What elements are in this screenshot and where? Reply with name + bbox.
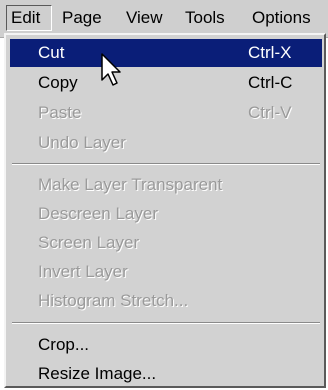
menu-item-undo-layer: Undo Layer — [10, 129, 322, 157]
edit-dropdown-menu: Cut Ctrl-X Copy Ctrl-C Paste Ctrl-V Undo… — [4, 33, 326, 388]
menu-item-make-layer-transparent: Make Layer Transparent — [10, 171, 322, 199]
menu-item-label: Make Layer Transparent — [38, 175, 223, 194]
menu-item-label: Invert Layer — [38, 262, 128, 281]
menu-item-shortcut: Ctrl-V — [248, 103, 292, 122]
menu-item-paste: Paste Ctrl-V — [10, 99, 322, 127]
menu-item-resize-image[interactable]: Resize Image... — [10, 360, 322, 388]
menu-separator — [12, 322, 320, 324]
menu-item-shortcut: Ctrl-C — [248, 73, 293, 92]
menu-item-label: Cut — [38, 43, 65, 62]
menu-item-label: Histogram Stretch... — [38, 291, 189, 310]
menu-item-copy[interactable]: Copy Ctrl-C — [10, 69, 322, 97]
menu-edit[interactable]: Edit — [6, 5, 52, 31]
menu-item-crop[interactable]: Crop... — [10, 331, 322, 359]
menu-item-shortcut: Ctrl-X — [248, 43, 292, 62]
menu-item-invert-layer: Invert Layer — [10, 258, 322, 286]
menu-page[interactable]: Page — [62, 5, 102, 31]
menu-item-label: Paste — [38, 103, 82, 122]
menu-item-label: Crop... — [38, 335, 90, 354]
menu-item-screen-layer: Screen Layer — [10, 229, 322, 257]
menu-separator — [12, 163, 320, 165]
menu-item-cut[interactable]: Cut Ctrl-X — [10, 39, 322, 67]
menu-item-label: Screen Layer — [38, 233, 140, 252]
menu-tools[interactable]: Tools — [185, 5, 225, 31]
menu-item-label: Descreen Layer — [38, 204, 159, 223]
menu-item-histogram-stretch: Histogram Stretch... — [10, 287, 322, 315]
menu-view[interactable]: View — [126, 5, 163, 31]
menu-item-label: Copy — [38, 73, 78, 92]
menu-item-label: Undo Layer — [38, 133, 126, 152]
menu-item-descreen-layer: Descreen Layer — [10, 200, 322, 228]
menu-item-label: Resize Image... — [38, 364, 157, 383]
menu-options[interactable]: Options — [252, 5, 311, 31]
